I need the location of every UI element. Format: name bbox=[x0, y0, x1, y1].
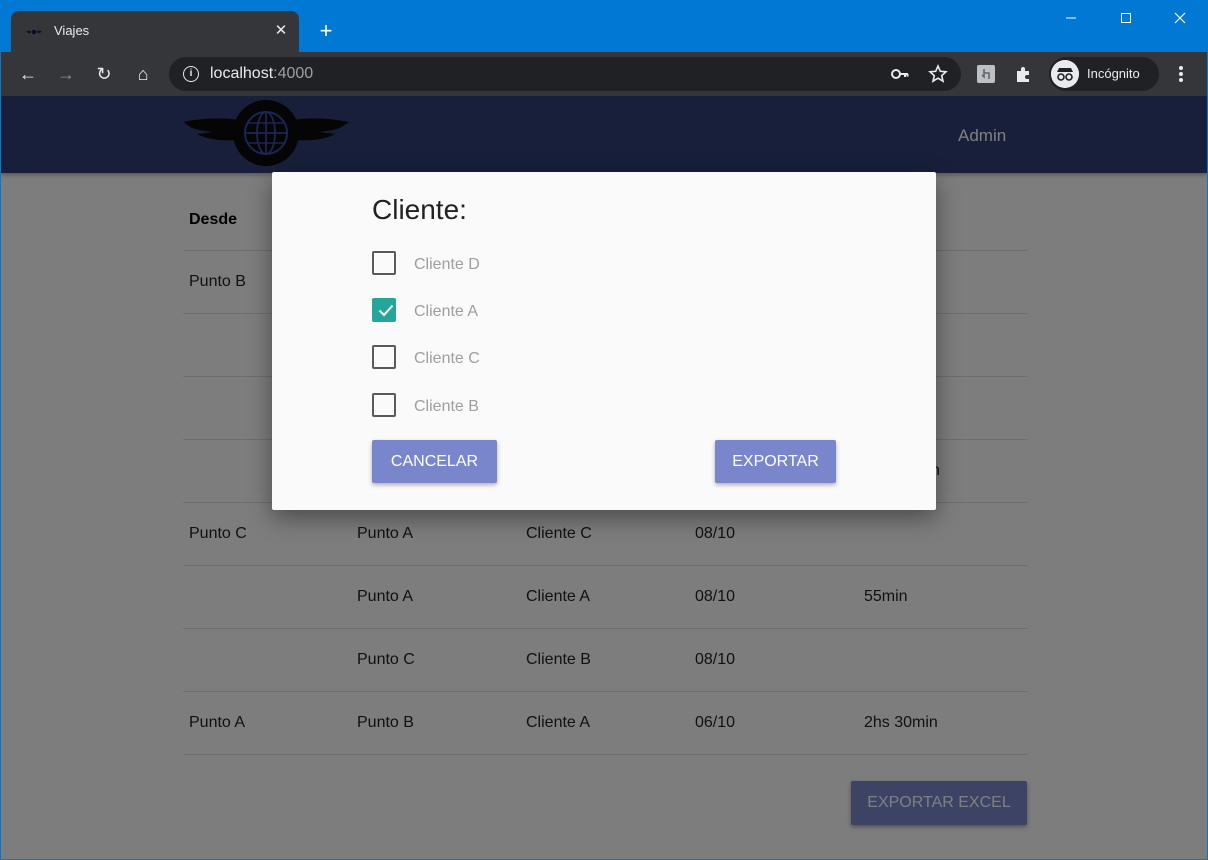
forward-button[interactable]: → bbox=[52, 60, 80, 88]
reload-icon: ↻ bbox=[96, 64, 112, 84]
client-checkbox-row[interactable]: Cliente A bbox=[372, 298, 672, 324]
checkbox-label[interactable]: Cliente D bbox=[414, 256, 480, 274]
maximize-icon bbox=[1121, 13, 1131, 23]
url-port: :4000 bbox=[273, 65, 314, 82]
close-window-button[interactable] bbox=[1152, 0, 1208, 36]
client-checkbox-row[interactable]: Cliente D bbox=[372, 251, 672, 277]
browser-toolbar: ← → ↻ ⌂ i localhost:4000 Incógnito bbox=[1, 52, 1207, 96]
home-icon: ⌂ bbox=[137, 64, 149, 84]
minimize-icon bbox=[1066, 17, 1076, 19]
new-tab-button[interactable]: + bbox=[313, 18, 339, 44]
url-text[interactable]: localhost:4000 bbox=[210, 65, 313, 83]
url-host: localhost bbox=[210, 65, 274, 82]
browser-menu-button[interactable] bbox=[1171, 62, 1191, 86]
checkbox[interactable] bbox=[372, 393, 396, 417]
arrow-left-icon: ← bbox=[19, 64, 37, 84]
close-icon bbox=[1174, 12, 1186, 24]
home-button[interactable]: ⌂ bbox=[129, 60, 157, 88]
client-checkbox-row[interactable]: Cliente B bbox=[372, 393, 672, 419]
star-icon[interactable] bbox=[927, 63, 949, 85]
tab-close-icon[interactable]: ✕ bbox=[271, 21, 291, 41]
client-export-modal: Cliente: Cliente D Cliente A Cliente C C… bbox=[272, 172, 936, 510]
key-icon[interactable] bbox=[889, 63, 911, 85]
checkbox-checked[interactable] bbox=[372, 298, 396, 322]
client-checkbox-row[interactable]: Cliente C bbox=[372, 345, 672, 371]
more-vert-icon bbox=[1179, 66, 1183, 82]
checkbox[interactable] bbox=[372, 251, 396, 275]
cancel-button[interactable]: CANCELAR bbox=[372, 440, 497, 483]
info-icon[interactable]: i bbox=[183, 66, 199, 82]
browser-tab[interactable]: Viajes ✕ bbox=[11, 11, 299, 52]
back-button[interactable]: ← bbox=[14, 60, 42, 88]
puzzle-icon[interactable] bbox=[1014, 64, 1034, 84]
incognito-label: Incógnito bbox=[1087, 66, 1140, 81]
checkbox-label[interactable]: Cliente B bbox=[414, 398, 479, 416]
page-content: Admin Desde Punto B bbox=[1, 96, 1207, 859]
title-bar: Viajes ✕ + bbox=[1, 0, 1207, 52]
checkbox-label[interactable]: Cliente C bbox=[414, 350, 480, 368]
minimize-button[interactable] bbox=[1043, 0, 1099, 36]
tab-title: Viajes bbox=[54, 23, 90, 38]
incognito-icon bbox=[1051, 60, 1079, 88]
browser-window: Viajes ✕ + ← → ↻ ⌂ i localhost:4000 Incó… bbox=[1, 0, 1207, 859]
incognito-profile-button[interactable]: Incógnito bbox=[1049, 57, 1159, 91]
arrow-right-icon: → bbox=[57, 64, 75, 84]
modal-title: Cliente: bbox=[372, 194, 467, 225]
extension-app-icon[interactable] bbox=[976, 64, 996, 84]
address-bar[interactable]: i localhost:4000 bbox=[169, 57, 961, 91]
checkbox[interactable] bbox=[372, 345, 396, 369]
wings-favicon-icon bbox=[26, 28, 42, 36]
checkbox-label[interactable]: Cliente A bbox=[414, 303, 478, 321]
reload-button[interactable]: ↻ bbox=[90, 60, 118, 88]
export-button[interactable]: EXPORTAR bbox=[715, 440, 836, 483]
maximize-button[interactable] bbox=[1098, 0, 1154, 36]
checkmark-icon bbox=[378, 304, 394, 317]
